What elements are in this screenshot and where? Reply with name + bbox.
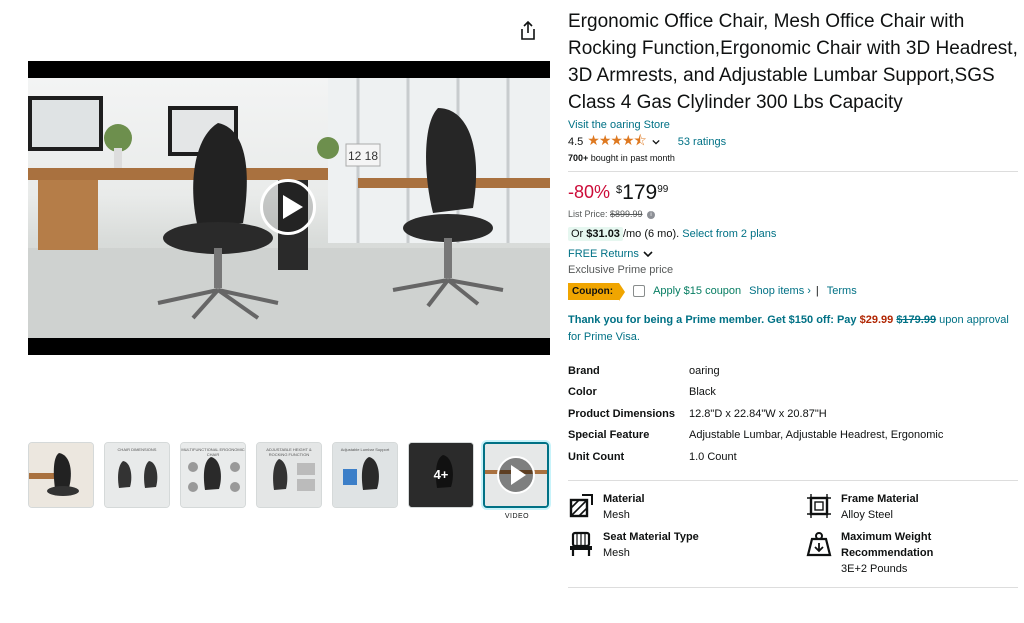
star-rating-icon[interactable]: ★★★★⯪	[587, 130, 646, 154]
feature-value: Mesh	[603, 546, 630, 559]
feature-key: Frame Material	[841, 492, 919, 505]
list-price-label: List Price:	[568, 209, 611, 219]
spec-value: oaring	[689, 364, 720, 377]
bought-text: bought in past month	[588, 153, 675, 163]
terms-link[interactable]: Terms	[827, 285, 857, 297]
spec-row: Unit Count 1.0 Count	[568, 446, 1020, 468]
shop-items-link[interactable]: Shop items ›	[749, 285, 811, 297]
bought-count: 700+	[568, 153, 589, 163]
coupon-checkbox[interactable]	[633, 285, 646, 297]
spec-row: Brand oaring	[568, 360, 1020, 382]
spec-row: Color Black	[568, 382, 1020, 404]
rating-value: 4.5	[568, 136, 584, 148]
spec-value: 1.0 Count	[689, 450, 737, 463]
free-returns-link[interactable]: FREE Returns	[568, 248, 1020, 260]
divider	[568, 171, 1018, 172]
rating-row: 4.5 ★★★★⯪ 53 ratings	[568, 132, 1020, 150]
share-icon[interactable]	[518, 20, 538, 42]
feature-key: Maximum Weight Recommendation	[841, 530, 934, 559]
thumbnail-caption: MULTIFUNCTIONAL ERGONOMIC CHAIR	[181, 447, 245, 457]
feature-key: Seat Material Type	[603, 530, 699, 543]
feature-value: 3E+2 Pounds	[841, 562, 908, 575]
spec-value: 12.8"D x 22.84"W x 20.87"H	[689, 407, 827, 420]
info-icon[interactable]: i	[647, 210, 656, 219]
feature-seat-material: Seat Material Type Mesh	[568, 529, 699, 561]
material-icon	[569, 493, 593, 517]
feature-material: Material Mesh	[568, 491, 645, 523]
product-info: Ergonomic Office Chair, Mesh Office Chai…	[568, 8, 1020, 588]
play-button[interactable]	[260, 179, 316, 235]
thumbnail-video[interactable]	[483, 442, 549, 508]
spec-value: Adjustable Lumbar, Adjustable Headrest, …	[689, 429, 944, 442]
prime-visa-offer[interactable]: Thank you for being a Prime member. Get …	[568, 312, 1020, 346]
discount-percent: -80%	[568, 182, 611, 202]
thumbnail-caption: CHAIR DIMENSIONS	[117, 447, 157, 452]
thumbnail-caption: Adjustable Lumbar Support	[340, 447, 390, 452]
feature-value: Alloy Steel	[841, 508, 893, 521]
frame-icon	[807, 493, 831, 518]
spec-value: Black	[689, 386, 716, 399]
spec-row: Special Feature Adjustable Lumbar, Adjus…	[568, 425, 1020, 447]
feature-grid: Material Mesh Frame Material Alloy Steel S…	[568, 479, 1018, 588]
installment-plans-link[interactable]: Select from 2 plans	[682, 228, 776, 240]
ratings-count-link[interactable]: 53 ratings	[678, 136, 726, 148]
thumbnail-2[interactable]: CHAIR DIMENSIONS	[104, 442, 170, 508]
coupon-row: Coupon: Apply $15 coupon Shop items › | …	[568, 282, 1020, 301]
spec-table: Brand oaring Color Black Product Dimensi…	[568, 360, 1020, 468]
feature-key: Material	[603, 492, 645, 505]
spec-key: Brand	[568, 364, 600, 377]
bought-in-past-month: 700+ bought in past month	[568, 153, 1020, 163]
more-images-count: 4+	[433, 467, 449, 482]
clock-display: 12 18	[348, 149, 378, 163]
feature-frame-material: Frame Material Alloy Steel	[806, 491, 919, 523]
installment-amount: $31.03	[586, 228, 620, 240]
thumbnail-5[interactable]: Adjustable Lumbar Support	[332, 442, 398, 508]
video-label: VIDEO	[504, 513, 530, 520]
divider	[568, 586, 1018, 588]
list-price-value: $899.99	[610, 209, 643, 219]
chevron-down-icon	[643, 251, 653, 258]
installment-offer: Or $31.03/mo (6 mo). Select from 2 plans	[568, 227, 1020, 241]
thumbnail-4[interactable]: ADJUSTABLE HEIGHT & ROCKING FUNCTION	[256, 442, 322, 508]
installment-badge: Or $31.03	[568, 227, 623, 241]
spec-key: Product Dimensions	[568, 407, 675, 420]
product-title: Ergonomic Office Chair, Mesh Office Chai…	[568, 11, 1018, 113]
thumbnail-more[interactable]: 4+	[408, 442, 474, 508]
list-price: List Price: $899.99 i	[568, 209, 1020, 219]
main-video-player[interactable]: 12 18	[28, 61, 550, 355]
thumbnail-1[interactable]	[28, 442, 94, 508]
free-returns-label: FREE Returns	[568, 248, 639, 260]
installment-term: /mo (6 mo).	[622, 228, 683, 240]
exclusive-prime-price: Exclusive Prime price	[568, 264, 674, 276]
price-block: -80% $ 179 99	[568, 182, 1020, 203]
spec-key: Color	[568, 386, 597, 399]
coupon-badge: Coupon:	[568, 282, 626, 301]
prime-offer-price: $29.99	[859, 314, 894, 326]
installment-or: Or	[571, 228, 587, 240]
separator: |	[815, 285, 819, 297]
spec-key: Special Feature	[568, 429, 650, 442]
spec-key: Unit Count	[568, 450, 625, 463]
thumbnail-caption: ADJUSTABLE HEIGHT & ROCKING FUNCTION	[266, 447, 312, 457]
chevron-down-icon[interactable]	[652, 138, 660, 146]
prime-offer-lead: Thank you for being a Prime member. Get …	[568, 314, 860, 326]
seat-icon	[570, 531, 592, 556]
thumbnail-3[interactable]: MULTIFUNCTIONAL ERGONOMIC CHAIR	[180, 442, 246, 508]
weight-icon	[806, 531, 832, 556]
apply-coupon-label[interactable]: Apply $15 coupon	[653, 285, 741, 297]
feature-max-weight: Maximum Weight Recommendation 3E+2 Pounds	[806, 529, 951, 577]
feature-value: Mesh	[603, 508, 630, 521]
price-dollars: 179	[622, 181, 658, 204]
prime-offer-strike-price: $179.99	[896, 314, 937, 326]
spec-row: Product Dimensions 12.8"D x 22.84"W x 20…	[568, 403, 1020, 425]
price-cents: 99	[657, 184, 669, 195]
